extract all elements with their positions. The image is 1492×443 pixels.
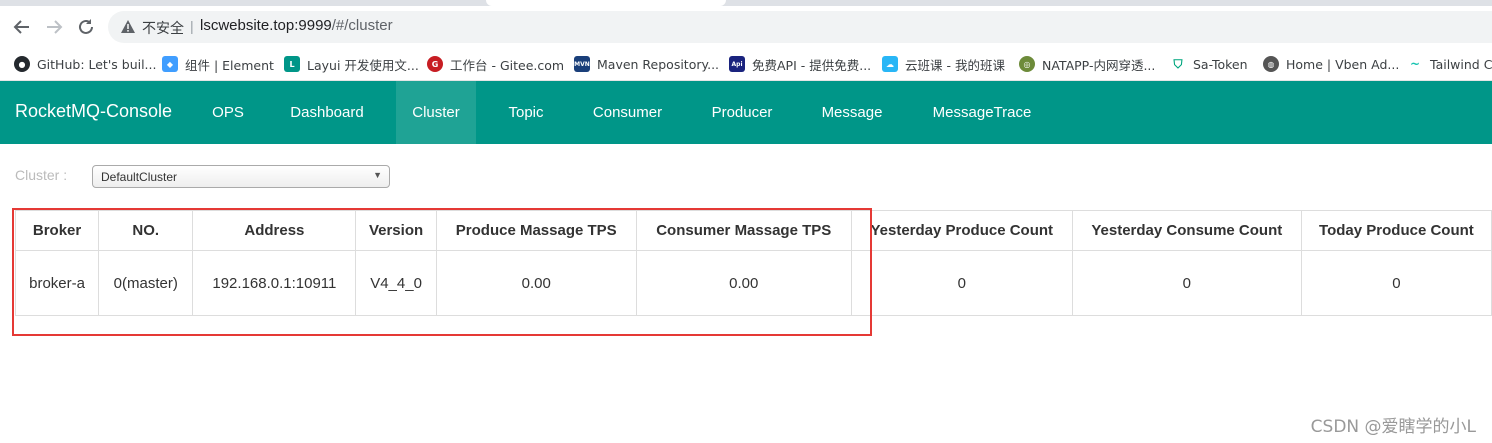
bookmark-label: 云班课 - 我的班课 (905, 57, 1005, 73)
table-row: broker-a 0(master) 192.168.0.1:10911 V4_… (14, 250, 1492, 316)
bookmark-gitee[interactable]: G 工作台 - Gitee.com (427, 54, 564, 74)
globe-icon: ◍ (1263, 56, 1279, 72)
nav-dashboard[interactable]: Dashboard (274, 81, 380, 144)
header-today-produce: Today Produce Count (1300, 210, 1492, 251)
bookmark-free-api[interactable]: Api 免费API - 提供免费... (729, 54, 871, 74)
forward-arrow-icon[interactable] (42, 15, 66, 39)
nav-producer[interactable]: Producer (695, 81, 789, 144)
header-yesterday-produce: Yesterday Produce Count (850, 210, 1073, 251)
bookmark-label: Layui 开发使用文... (307, 57, 419, 73)
bookmark-layui[interactable]: L Layui 开发使用文... (284, 54, 419, 74)
warning-icon (120, 19, 136, 39)
cell-consumer-tps: 0.00 (635, 250, 852, 316)
header-yesterday-consume: Yesterday Consume Count (1071, 210, 1302, 251)
nav-ops[interactable]: OPS (197, 81, 259, 144)
layui-icon: L (284, 56, 300, 72)
header-produce-tps: Produce Massage TPS (435, 210, 637, 251)
cluster-select[interactable]: DefaultCluster ▼ (92, 165, 390, 188)
url-path: /#/cluster (331, 17, 393, 34)
header-broker: Broker (14, 210, 100, 251)
broker-table: Broker NO. Address Version Produce Massa… (14, 210, 1492, 316)
cell-yesterday-consume: 0 (1071, 250, 1302, 316)
header-consumer-tps: Consumer Massage TPS (635, 210, 852, 251)
bookmark-github[interactable]: ● GitHub: Let's buil... (14, 54, 156, 74)
bookmark-label: NATAPP-内网穿透... (1042, 57, 1156, 73)
cell-broker: broker-a (14, 250, 100, 316)
nav-consumer[interactable]: Consumer (576, 81, 679, 144)
address-bar[interactable]: 不安全 | lscwebsite.top:9999/#/cluster (108, 11, 1492, 43)
bookmark-maven[interactable]: MVN Maven Repository... (574, 54, 719, 74)
element-icon: ◆ (162, 56, 178, 72)
api-icon: Api (729, 56, 745, 72)
watermark: CSDN @爱瞎学的小L (1310, 417, 1476, 437)
nav-topic[interactable]: Topic (492, 81, 560, 144)
bookmark-label: 工作台 - Gitee.com (450, 57, 565, 73)
bookmark-cloud-class[interactable]: ☁ 云班课 - 我的班课 (882, 54, 1005, 74)
cell-no: 0(master) (98, 250, 194, 316)
cluster-select-value: DefaultCluster (101, 170, 178, 184)
header-version: Version (355, 210, 437, 251)
bookmark-natapp[interactable]: ◎ NATAPP-内网穿透... (1019, 54, 1155, 74)
cell-today-produce: 0 (1300, 250, 1492, 316)
cell-version: V4_4_0 (355, 250, 437, 316)
url-text[interactable]: lscwebsite.top:9999/#/cluster (200, 17, 393, 34)
gitee-icon: G (427, 56, 443, 72)
table-header-row: Broker NO. Address Version Produce Massa… (14, 210, 1492, 251)
separator: | (190, 18, 194, 34)
bookmark-label: Tailwind CS (1430, 56, 1492, 72)
cloud-class-icon: ☁ (882, 56, 898, 72)
bookmark-label: Home | Vben Ad... (1286, 56, 1400, 72)
app-brand[interactable]: RocketMQ-Console (15, 101, 172, 122)
reload-icon[interactable] (74, 15, 98, 39)
bookmarks-bar: ● GitHub: Let's buil... ◆ 组件 | Element L… (0, 48, 1492, 81)
browser-toolbar: 不安全 | lscwebsite.top:9999/#/cluster (0, 6, 1492, 48)
bookmark-label: Sa-Token (1193, 56, 1248, 72)
bookmark-label: GitHub: Let's buil... (37, 56, 157, 72)
cluster-label: Cluster : (15, 167, 68, 183)
bookmark-sa-token[interactable]: ⛉ Sa-Token (1170, 54, 1248, 74)
tailwind-icon: ~ (1407, 56, 1423, 72)
back-arrow-icon[interactable] (10, 15, 34, 39)
header-address: Address (192, 210, 357, 251)
cell-yesterday-produce: 0 (850, 250, 1073, 316)
natapp-icon: ◎ (1019, 56, 1035, 72)
header-no: NO. (98, 210, 194, 251)
url-host: lscwebsite.top:9999 (200, 17, 332, 34)
bookmark-label: Maven Repository... (597, 56, 720, 72)
nav-cluster[interactable]: Cluster (396, 81, 476, 144)
cell-address: 192.168.0.1:10911 (192, 250, 357, 316)
bookmark-label: 组件 | Element (185, 57, 274, 73)
shield-icon: ⛉ (1170, 56, 1186, 72)
bookmark-vben[interactable]: ◍ Home | Vben Ad... (1263, 54, 1399, 74)
bookmark-tailwind[interactable]: ~ Tailwind CS (1407, 54, 1492, 74)
nav-message[interactable]: Message (805, 81, 899, 144)
bookmark-element[interactable]: ◆ 组件 | Element (162, 54, 274, 74)
github-icon: ● (14, 56, 30, 72)
app-navbar: RocketMQ-Console OPS Dashboard Cluster T… (0, 81, 1492, 144)
nav-message-trace[interactable]: MessageTrace (915, 81, 1049, 144)
bookmark-label: 免费API - 提供免费... (752, 57, 872, 73)
cell-produce-tps: 0.00 (435, 250, 637, 316)
maven-icon: MVN (574, 56, 590, 72)
security-label[interactable]: 不安全 (142, 18, 184, 38)
chevron-down-icon: ▼ (373, 170, 382, 180)
